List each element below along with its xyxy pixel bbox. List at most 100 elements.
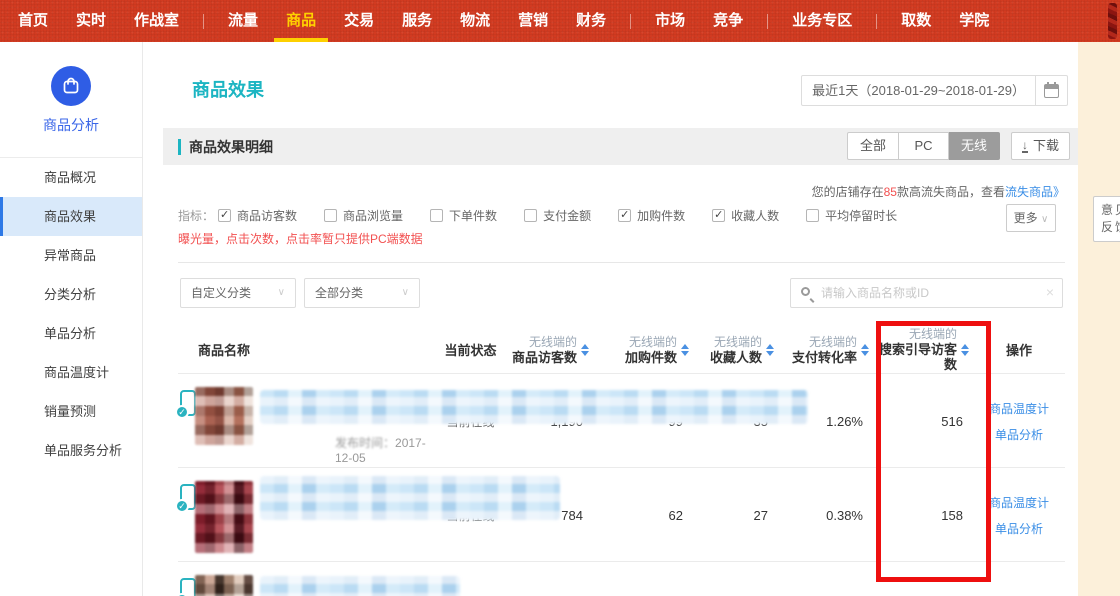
product-title-blurred[interactable] — [260, 390, 808, 424]
sidebar-item-category-analysis[interactable]: 分类分析 — [0, 275, 142, 314]
sort-icon[interactable] — [581, 344, 589, 356]
nav-item-finance[interactable]: 财务 — [562, 0, 620, 42]
product-thumbnail-blurred[interactable] — [195, 575, 253, 596]
sort-icon[interactable] — [961, 344, 969, 356]
checkbox-checked-icon[interactable] — [218, 209, 231, 222]
nav-item-marketing[interactable]: 营销 — [504, 0, 562, 42]
metric-label: 平均停留时长 — [825, 207, 897, 224]
sidebar-item-sales-forecast[interactable]: 销量预测 — [0, 392, 142, 431]
nav-item-logistics[interactable]: 物流 — [446, 0, 504, 42]
channel-tab-pc[interactable]: PC — [899, 132, 949, 160]
col-main-label: 收藏人数 — [710, 350, 762, 365]
sidebar-item-goods-overview[interactable]: 商品概况 — [0, 158, 142, 197]
metric-orders[interactable]: 下单件数 — [430, 207, 497, 224]
col-header-favorites[interactable]: 无线端的收藏人数 — [693, 335, 778, 365]
sidebar-item-goods-thermometer[interactable]: 商品温度计 — [0, 353, 142, 392]
actions-cell: 商品温度计 单品分析 — [973, 494, 1065, 537]
nav-item-war-room[interactable]: 作战室 — [120, 0, 193, 42]
goods-name-cell: ✓ — [178, 562, 433, 596]
more-metrics-button[interactable]: 更多 ∨ — [1006, 204, 1056, 232]
col-header-search-visitors[interactable]: 无线端的搜索引导访客数 — [873, 327, 973, 372]
clear-search-icon[interactable]: × — [1046, 284, 1054, 300]
thermometer-link[interactable]: 商品温度计 — [989, 494, 1049, 511]
search-input[interactable] — [821, 279, 1036, 307]
download-button[interactable]: ↓ 下载 — [1011, 132, 1070, 160]
goods-analysis-icon — [51, 66, 91, 106]
custom-category-dropdown[interactable]: 自定义分类 ∨ — [180, 278, 296, 308]
publish-date: 发布时间：2017-12-05 — [335, 434, 433, 465]
metric-pay-amount[interactable]: 支付金额 — [524, 207, 591, 224]
sidebar-section-label: 商品分析 — [0, 115, 142, 135]
product-thumbnail-blurred[interactable] — [195, 387, 253, 445]
detail-section-title: 商品效果明细 — [189, 137, 273, 157]
search-visitors-cell: 516 — [873, 414, 973, 429]
metric-pageviews[interactable]: 商品浏览量 — [324, 207, 403, 224]
sort-icon[interactable] — [681, 344, 689, 356]
nav-item-competition[interactable]: 竞争 — [699, 0, 757, 42]
nav-item-goods[interactable]: 商品 — [272, 0, 330, 42]
nav-item-academy[interactable]: 学院 — [945, 0, 1003, 42]
thermometer-link[interactable]: 商品温度计 — [989, 400, 1049, 417]
sort-icon[interactable] — [861, 344, 869, 356]
nav-item-traffic[interactable]: 流量 — [214, 0, 272, 42]
single-item-analysis-link[interactable]: 单品分析 — [995, 520, 1043, 537]
channel-tab-wireless[interactable]: 无线 — [949, 132, 1000, 160]
sort-icon[interactable] — [766, 344, 774, 356]
checkbox-icon[interactable] — [806, 209, 819, 222]
metric-favorites[interactable]: 收藏人数 — [712, 207, 779, 224]
sidebar-item-abnormal-goods[interactable]: 异常商品 — [0, 236, 142, 275]
nav-item-business-zone[interactable]: 业务专区 — [778, 0, 866, 42]
table-row: ✓ 当前在线 784 62 27 0.38% 158 商品温度计 单品分析 — [178, 468, 1065, 562]
favorites-cell: 27 — [693, 508, 778, 523]
goods-effect-table: 商品名称 当前状态 无线端的商品访客数 无线端的加购件数 无线端的收藏人数 无线… — [178, 326, 1065, 596]
checkbox-checked-icon[interactable] — [712, 209, 725, 222]
col-main-label: 加购件数 — [625, 350, 677, 365]
checkbox-checked-icon[interactable] — [618, 209, 631, 222]
channel-tab-group: 全部 PC 无线 — [847, 132, 1000, 160]
sidebar-item-goods-effect[interactable]: 商品效果 — [0, 197, 142, 236]
nav-item-data-extract[interactable]: 取数 — [887, 0, 945, 42]
sidebar-item-single-item-service[interactable]: 单品服务分析 — [0, 431, 142, 470]
table-row: ✓ 商品温度计 — [178, 562, 1065, 596]
publish-date-label: 发布时间： — [335, 436, 395, 450]
metric-stay-time[interactable]: 平均停留时长 — [806, 207, 897, 224]
all-category-dropdown[interactable]: 全部分类 ∨ — [304, 278, 420, 308]
product-search: × — [790, 278, 1063, 308]
goods-name-cell: ✓ — [178, 468, 433, 562]
add-cart-cell: 62 — [593, 508, 693, 523]
main-content: 商品效果 最近1天（2018-01-29~2018-01-29） 商品效果明细 … — [143, 42, 1078, 596]
metric-add-cart[interactable]: 加购件数 — [618, 207, 685, 224]
col-sub-label: 无线端的 — [792, 335, 857, 350]
nav-item-market[interactable]: 市场 — [641, 0, 699, 42]
sidebar-item-single-item-analysis[interactable]: 单品分析 — [0, 314, 142, 353]
date-range-picker: 最近1天（2018-01-29~2018-01-29） — [801, 75, 1068, 106]
nav-item-service[interactable]: 服务 — [388, 0, 446, 42]
page-title: 商品效果 — [192, 76, 264, 102]
checkbox-icon[interactable] — [324, 209, 337, 222]
loss-goods-link[interactable]: 流失商品》 — [1005, 185, 1065, 199]
checkbox-icon[interactable] — [524, 209, 537, 222]
feedback-tab[interactable]: 意见反馈 — [1093, 196, 1120, 242]
channel-tab-all[interactable]: 全部 — [847, 132, 899, 160]
metric-label: 商品浏览量 — [343, 207, 403, 224]
nav-divider — [203, 14, 204, 29]
date-range-value[interactable]: 最近1天（2018-01-29~2018-01-29） — [801, 75, 1036, 106]
single-item-analysis-link[interactable]: 单品分析 — [995, 426, 1043, 443]
product-title-blurred[interactable] — [260, 476, 560, 520]
sidebar-menu: 商品概况 商品效果 异常商品 分类分析 单品分析 商品温度计 销量预测 单品服务… — [0, 158, 142, 470]
col-header-add-cart[interactable]: 无线端的加购件数 — [593, 335, 693, 365]
product-title-blurred[interactable] — [260, 576, 460, 596]
nav-item-home[interactable]: 首页 — [4, 0, 62, 42]
pc-only-note: 曝光量，点击次数，点击率暂只提供PC端数据 — [178, 230, 423, 247]
nav-divider — [767, 14, 768, 29]
metric-label: 支付金额 — [543, 207, 591, 224]
col-header-visitors[interactable]: 无线端的商品访客数 — [508, 335, 593, 365]
product-thumbnail-blurred[interactable] — [195, 481, 253, 553]
calendar-button[interactable] — [1036, 75, 1068, 106]
metric-visitors[interactable]: 商品访客数 — [218, 207, 297, 224]
nav-item-realtime[interactable]: 实时 — [62, 0, 120, 42]
col-header-pay-conversion[interactable]: 无线端的支付转化率 — [778, 335, 873, 365]
firecracker-decoration — [1108, 3, 1117, 39]
nav-item-trade[interactable]: 交易 — [330, 0, 388, 42]
checkbox-icon[interactable] — [430, 209, 443, 222]
